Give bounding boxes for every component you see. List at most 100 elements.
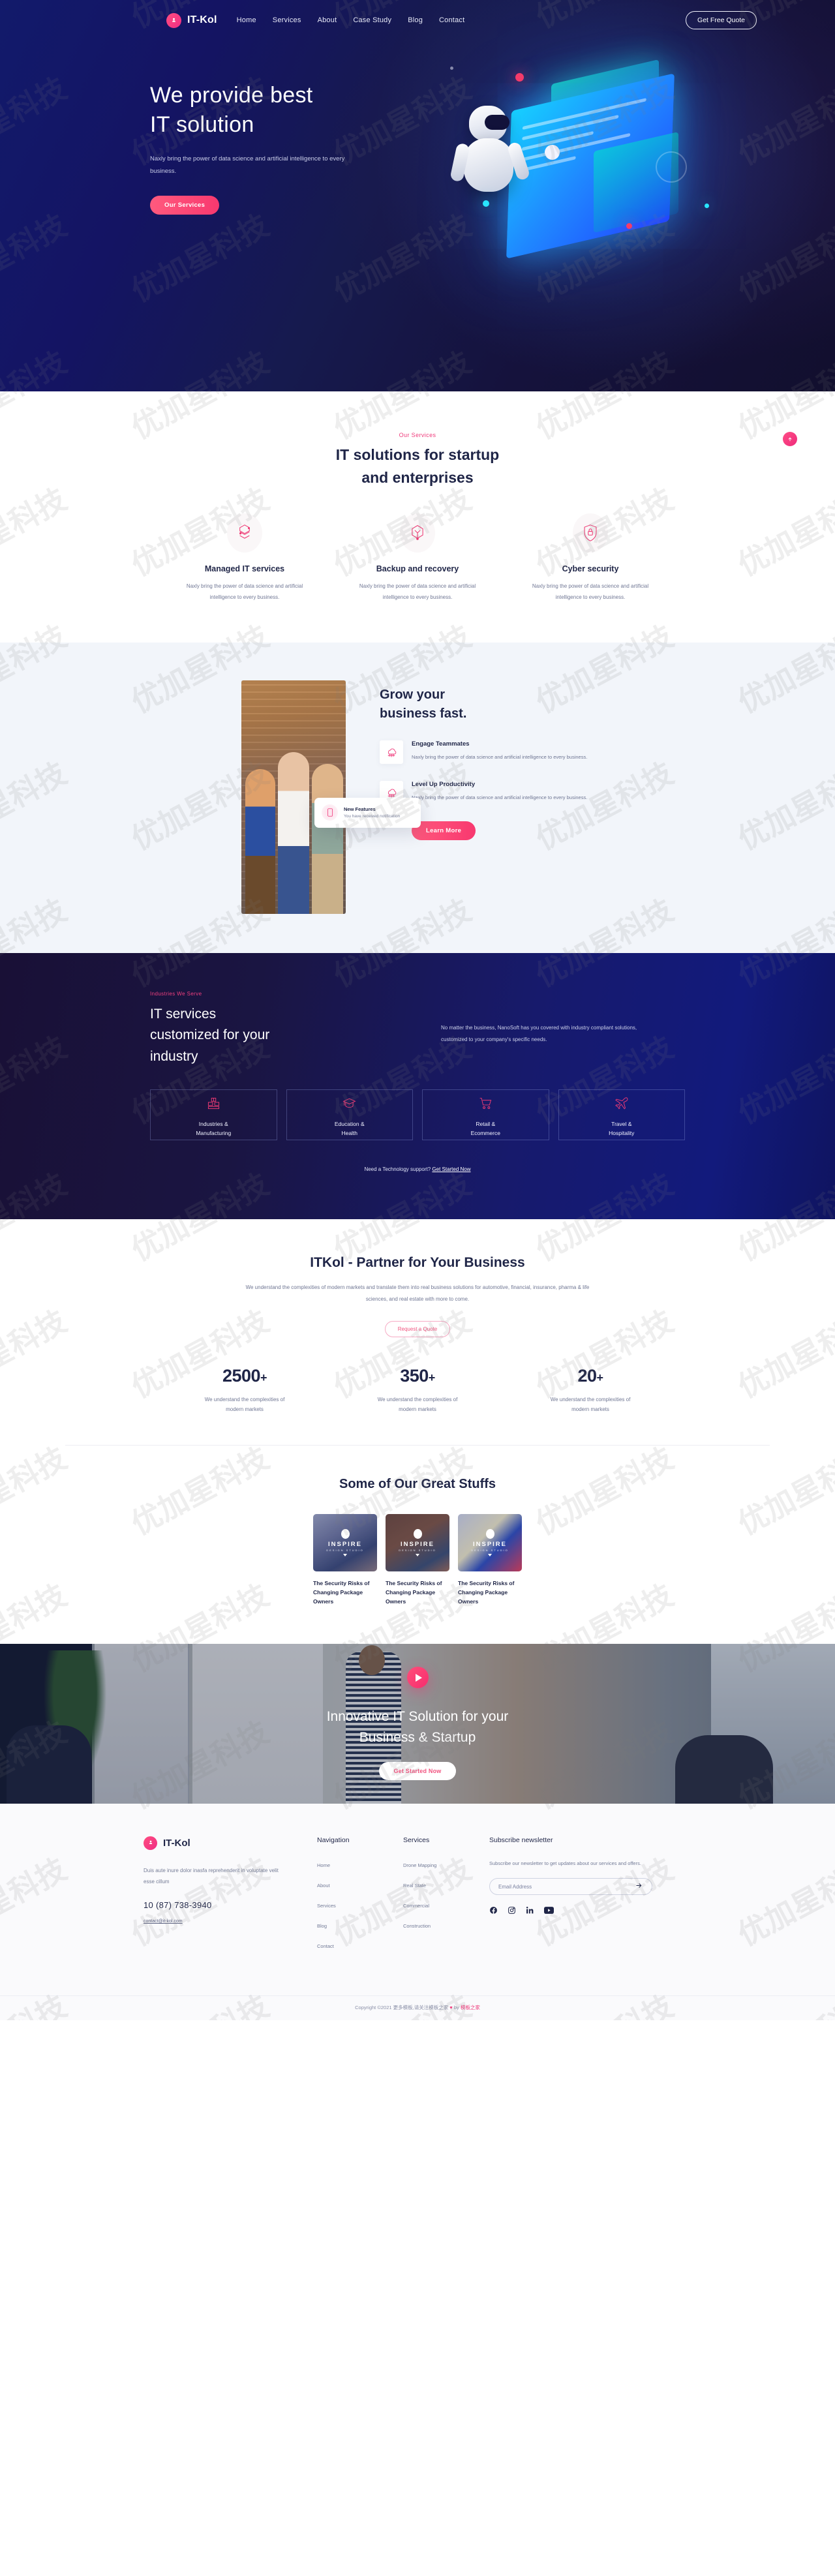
grow-feature: Engage Teammates Naxly bring the power o…	[380, 740, 594, 764]
facebook-icon[interactable]	[489, 1906, 498, 1915]
arrow-right-icon	[636, 1883, 642, 1888]
nav-item-about[interactable]: About	[318, 16, 337, 24]
footer-phone[interactable]: 10 (87) 738-3940	[144, 1900, 317, 1910]
newsletter-submit-button[interactable]	[635, 1882, 643, 1891]
scroll-to-top-button[interactable]	[783, 432, 797, 446]
footer-service-drone-mapping[interactable]: Drone Mapping	[403, 1862, 436, 1868]
footer-about: IT-Kol Duis aute inure dolor inasfa repr…	[144, 1836, 317, 1960]
footer-nav-home[interactable]: Home	[317, 1862, 330, 1868]
learn-more-button[interactable]: Learn More	[412, 821, 476, 840]
footer-nav-about[interactable]: About	[317, 1883, 330, 1888]
grow-feature-title: Level Up Productivity	[412, 780, 476, 788]
footer-service-real-state[interactable]: Real State	[403, 1883, 426, 1888]
service-card[interactable]: Managed IT services Naxly bring the powe…	[159, 513, 331, 603]
nav-links: Home Services About Case Study Blog Cont…	[237, 16, 465, 24]
stat-number: 20	[577, 1366, 597, 1386]
play-icon[interactable]	[406, 1667, 429, 1689]
industry-card-education[interactable]: Education & Health	[286, 1089, 413, 1141]
services-grid: Managed IT services Naxly bring the powe…	[0, 513, 835, 603]
footer-services-column: Services Drone Mapping Real State Commer…	[403, 1836, 489, 1960]
footer-nav-contact[interactable]: Contact	[317, 1943, 334, 1949]
footer-nav-blog[interactable]: Blog	[317, 1923, 327, 1929]
footer-brand[interactable]: IT-Kol	[144, 1836, 317, 1850]
stat-number: 350	[400, 1366, 429, 1386]
linkedin-icon[interactable]	[526, 1906, 534, 1915]
get-started-now-button[interactable]: Get Started Now	[379, 1762, 456, 1781]
new-features-notification-card: New Features You have received notificat…	[314, 797, 421, 828]
service-card[interactable]: Cyber security Naxly bring the power of …	[504, 513, 677, 603]
industry-label-line1: Education &	[334, 1120, 365, 1127]
blog-post-title: The Security Risks of Changing Package O…	[458, 1579, 515, 1605]
shopping-cart-icon	[479, 1097, 493, 1113]
blog-post-card[interactable]: INSPIRE DESIGN STUDIO The Security Risks…	[386, 1513, 449, 1606]
blog-post-title: The Security Risks of Changing Package O…	[386, 1579, 442, 1605]
industries-cards: Industries & Manufacturing Education & H…	[150, 1089, 685, 1141]
site-footer: IT-Kol Duis aute inure dolor inasfa repr…	[0, 1803, 835, 2020]
blog-post-card[interactable]: INSPIRE DESIGN STUDIO The Security Risks…	[313, 1513, 377, 1606]
instagram-icon[interactable]	[508, 1906, 516, 1915]
get-free-quote-button[interactable]: Get Free Quote	[686, 11, 757, 29]
stat-item: 2500+ We understand the complexities of …	[159, 1366, 331, 1415]
grow-feature-title: Engage Teammates	[412, 740, 470, 748]
service-card[interactable]: Backup and recovery Naxly bring the powe…	[331, 513, 504, 603]
email-input[interactable]	[498, 1883, 635, 1890]
hero-description: Naxly bring the power of data science an…	[150, 155, 345, 175]
service-desc: Naxly bring the power of data science an…	[186, 583, 303, 600]
cloud-network-icon	[380, 740, 403, 764]
footer-nav-services[interactable]: Services	[317, 1903, 336, 1909]
footer-service-construction[interactable]: Construction	[403, 1923, 431, 1929]
nav-item-contact[interactable]: Contact	[439, 16, 464, 24]
get-started-now-link[interactable]: Get Started Now	[432, 1166, 470, 1172]
industry-card-manufacturing[interactable]: Industries & Manufacturing	[150, 1089, 277, 1141]
inspire-badge: INSPIRE DESIGN STUDIO	[399, 1528, 436, 1556]
hex-box-icon	[400, 513, 435, 553]
main-navigation: IT-Kol Home Services About Case Study Bl…	[0, 0, 835, 40]
service-title: Cyber security	[562, 564, 619, 573]
our-services-button[interactable]: Our Services	[150, 195, 220, 215]
industry-card-retail[interactable]: Retail & Ecommerce	[422, 1089, 549, 1141]
nav-item-case-study[interactable]: Case Study	[353, 16, 391, 24]
cta-content: Innovative IT Solution for your Business…	[0, 1644, 835, 1804]
decor-dot-cyan	[483, 200, 489, 207]
stat-suffix: +	[596, 1371, 604, 1385]
stat-item: 20+ We understand the complexities of mo…	[504, 1366, 677, 1415]
brand-logo-group[interactable]: IT-Kol	[166, 12, 217, 28]
industry-card-travel[interactable]: Travel & Hospitality	[558, 1089, 685, 1141]
partner-section: ITKol - Partner for Your Business We und…	[0, 1219, 835, 1446]
services-section: Our Services IT solutions for startup an…	[0, 391, 835, 643]
hero-body: We provide best IT solution Naxly bring …	[0, 40, 835, 354]
youtube-icon[interactable]	[544, 1906, 554, 1915]
footer-email[interactable]: contact@it-kol.com	[144, 1919, 183, 1924]
stat-item: 350+ We understand the complexities of m…	[331, 1366, 504, 1415]
grow-feature-desc: Naxly bring the power of data science an…	[412, 794, 588, 800]
footer-newsletter: Subscribe newsletter Subscribe our newsl…	[489, 1836, 678, 1960]
grow-title-line2: business fast.	[380, 706, 467, 721]
copyright-text: Copyright ©2021 更多模板,请关注模板之家	[355, 2004, 449, 2010]
inspire-badge: INSPIRE DESIGN STUDIO	[326, 1528, 364, 1556]
footer-service-commercial[interactable]: Commercial	[403, 1903, 429, 1909]
nav-item-services[interactable]: Services	[273, 16, 301, 24]
inspire-sub: DESIGN STUDIO	[471, 1548, 509, 1552]
inspire-title: INSPIRE	[400, 1540, 434, 1548]
arrow-up-icon	[788, 437, 792, 441]
request-a-quote-button[interactable]: Request a Quote	[384, 1321, 451, 1338]
grow-feature-desc: Naxly bring the power of data science an…	[412, 753, 588, 760]
stat-suffix: +	[428, 1371, 436, 1385]
inspire-sub: DESIGN STUDIO	[326, 1548, 364, 1552]
industry-label-line2: Hospitality	[609, 1129, 635, 1136]
service-desc: Naxly bring the power of data science an…	[532, 583, 649, 600]
robot-mascot-icon	[449, 106, 531, 204]
person-badge-icon	[166, 12, 181, 28]
blog-post-card[interactable]: INSPIRE DESIGN STUDIO The Security Risks…	[458, 1513, 522, 1606]
nav-item-blog[interactable]: Blog	[408, 16, 423, 24]
grow-inner: New Features You have received notificat…	[0, 680, 835, 914]
industries-title-line3: industry	[150, 1048, 198, 1064]
blog-post-image: INSPIRE DESIGN STUDIO	[386, 1513, 449, 1571]
services-title: IT solutions for startup and enterprises	[0, 444, 835, 489]
cta-title-line2: Business & Startup	[359, 1729, 476, 1745]
newsletter-heading: Subscribe newsletter	[489, 1836, 553, 1844]
footer-navigation-column: Navigation Home About Services Blog Cont…	[317, 1836, 403, 1960]
blog-grid: INSPIRE DESIGN STUDIO The Security Risks…	[0, 1513, 835, 1606]
hero-section: IT-Kol Home Services About Case Study Bl…	[0, 0, 835, 391]
nav-item-home[interactable]: Home	[237, 16, 256, 24]
